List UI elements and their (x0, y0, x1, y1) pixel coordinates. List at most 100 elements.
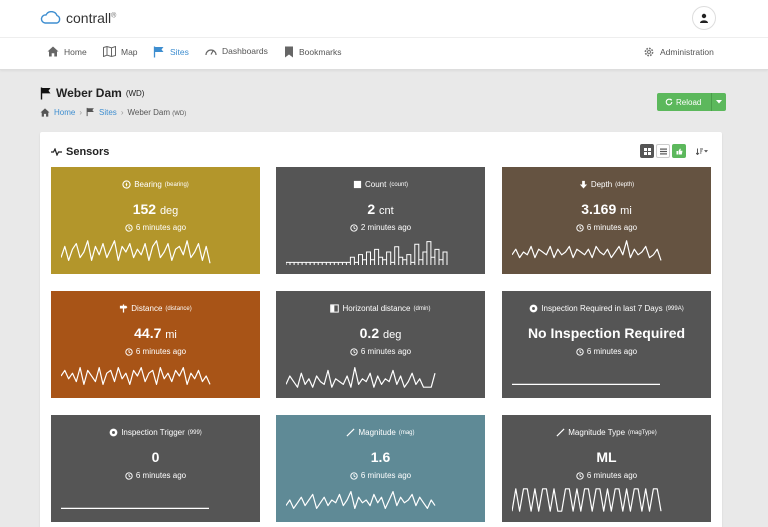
slash-icon (346, 428, 355, 437)
gear-icon (644, 47, 654, 57)
sensor-card-timestamp: 6 minutes ago (502, 223, 711, 232)
flag-icon (153, 46, 164, 58)
reload-button-group: Reload (657, 93, 727, 111)
sensor-card[interactable]: Magnitude (mag) 1.6 6 minutes ago (276, 415, 485, 522)
panel-title: Sensors (51, 146, 109, 158)
sensor-card-title: Distance (distance) (51, 304, 260, 313)
sort-button[interactable] (692, 144, 712, 158)
nav-bookmarks[interactable]: Bookmarks (284, 46, 342, 58)
user-icon (700, 13, 708, 23)
user-menu-button[interactable] (692, 6, 716, 30)
sensor-sparkline (286, 367, 436, 388)
sensor-card-value: 152 deg (132, 201, 179, 217)
home-icon (40, 107, 50, 117)
sparkline-path (286, 241, 448, 266)
sensor-sparkline (286, 491, 436, 509)
dot-circle-icon (109, 428, 118, 437)
brand-logo[interactable]: contrall® (40, 10, 116, 26)
brand-name: contrall® (66, 10, 117, 26)
sensor-card-timestamp: 6 minutes ago (51, 347, 260, 356)
list-icon (659, 148, 667, 154)
sparkline-path (61, 240, 211, 264)
sensor-sparkline (61, 240, 211, 264)
refresh-icon (665, 98, 673, 106)
sensor-sparkline (512, 488, 662, 512)
sensor-card-title: Magnitude Type (magType) (502, 428, 711, 437)
sensor-card-title: Inspection Required in last 7 Days (999A) (502, 304, 711, 313)
grid-view-button[interactable] (640, 144, 654, 158)
sensor-card-title: Horizontal distance (dmin) (276, 304, 485, 313)
nav-sites[interactable]: Sites (153, 46, 189, 58)
page-title: Weber Dam (WD) (40, 86, 144, 100)
sensor-card[interactable]: Count (count) 2 cnt 2 minutes ago (276, 167, 485, 274)
sensor-card[interactable]: Depth (depth) 3.169 mi 6 minutes ago (502, 167, 711, 274)
top-bar: contrall® (0, 0, 768, 38)
sensor-card-value: 2 cnt (367, 201, 394, 217)
list-view-button[interactable] (656, 144, 670, 158)
caret-down-icon (716, 100, 723, 104)
sensor-card[interactable]: Horizontal distance (dmin) 0.2 deg 6 minute… (276, 291, 485, 398)
map-icon (103, 46, 116, 57)
clock-icon (350, 471, 358, 480)
bookmark-icon (285, 46, 293, 58)
sensor-card-title: Magnitude (mag) (276, 428, 485, 437)
flag-icon (86, 107, 94, 117)
reload-options-dropdown[interactable] (712, 93, 727, 111)
sensor-sparkline (61, 367, 211, 385)
sparkline-path (61, 367, 211, 385)
sensor-card-title: Depth (depth) (502, 180, 711, 189)
sensor-card-timestamp: 6 minutes ago (276, 347, 485, 356)
sensor-card-timestamp: 6 minutes ago (276, 471, 485, 480)
caret-down-icon (704, 149, 708, 152)
sensor-sparkline (512, 383, 660, 385)
sensor-card[interactable]: Distance (distance) 44.7 mi 6 minutes ago (51, 291, 260, 398)
sensor-card-timestamp: 6 minutes ago (502, 471, 711, 480)
breadcrumb-separator: › (120, 107, 124, 117)
sparkline-path (512, 240, 662, 261)
sensor-card[interactable]: Magnitude Type (magType) ML 6 minutes ago (502, 415, 711, 522)
flag-icon (40, 87, 51, 99)
gauge-icon (205, 49, 217, 56)
sensor-card-timestamp: 6 minutes ago (51, 471, 260, 480)
breadcrumb-current: Weber Dam (WD) (127, 107, 187, 117)
clock-icon (350, 223, 358, 232)
sensor-card-timestamp: 2 minutes ago (276, 223, 485, 232)
clock-icon (576, 471, 584, 480)
main-nav: Home Map Sites Dashboards Bookmarks Admi… (0, 38, 768, 70)
sensor-card-value: 3.169 mi (581, 201, 632, 217)
nav-dashboards[interactable]: Dashboards (205, 46, 268, 56)
breadcrumb-sites[interactable]: Sites (99, 108, 117, 117)
signpost-icon (120, 304, 128, 313)
sensor-card-value: 0.2 deg (359, 325, 402, 341)
breadcrumb-home[interactable]: Home (54, 108, 75, 117)
view-toggle (640, 144, 686, 158)
dot-circle-icon (529, 304, 538, 313)
clock-icon (125, 347, 133, 356)
reload-button[interactable]: Reload (657, 93, 713, 111)
sensor-card[interactable]: Inspection Trigger (999) 0 6 minutes ago (51, 415, 260, 522)
sensor-sparkline (512, 240, 662, 261)
sensor-card-value: 44.7 mi (134, 325, 177, 341)
tile-view-button[interactable] (672, 144, 686, 158)
nav-administration[interactable]: Administration (643, 46, 714, 58)
sensor-sparkline (286, 241, 448, 266)
sensor-card-timestamp: 6 minutes ago (51, 223, 260, 232)
nav-home[interactable]: Home (47, 46, 87, 57)
compass-icon (122, 180, 131, 189)
nav-map[interactable]: Map (103, 46, 138, 57)
clock-icon (576, 347, 584, 356)
sensor-card-title: Count (count) (276, 180, 485, 189)
sensor-card-timestamp: 6 minutes ago (502, 347, 711, 356)
breadcrumb-separator: › (79, 107, 83, 117)
sensor-sparkline (61, 507, 209, 509)
home-icon (47, 46, 59, 57)
sensor-card[interactable]: Bearing (bearing) 152 deg 6 minutes ago (51, 167, 260, 274)
sensor-card[interactable]: Inspection Required in last 7 Days (999A)… (502, 291, 711, 398)
cloud-logo-icon (40, 11, 61, 24)
arrow-down-icon (579, 180, 587, 189)
sparkline-path (286, 491, 436, 509)
sensor-card-value: 0 (151, 449, 160, 465)
clock-icon (350, 347, 358, 356)
pulse-icon (51, 148, 62, 156)
slash-icon (556, 428, 565, 437)
